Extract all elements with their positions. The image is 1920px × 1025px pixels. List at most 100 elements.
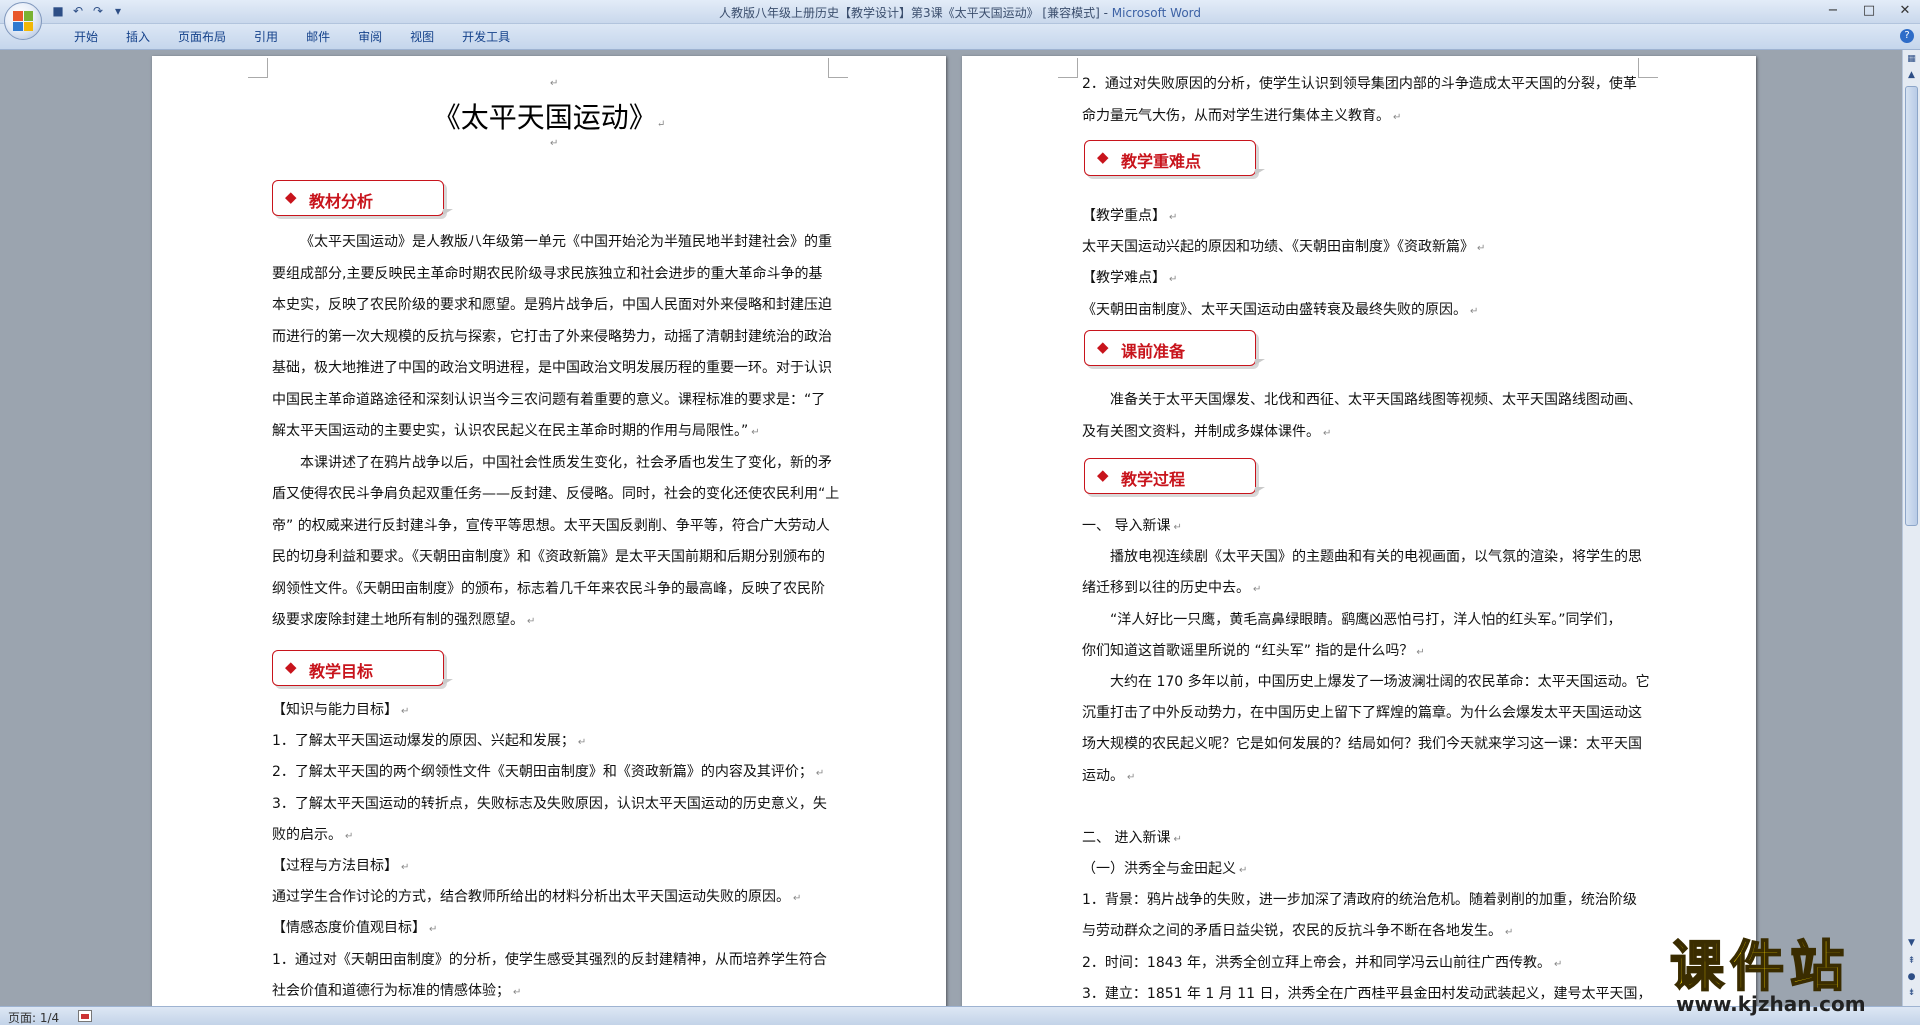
document-page-1[interactable]: ↵ 《太平天国运动》↵ ↵ ◆ 教材分析 《太平天国运动》是人教版八年级第一单元…: [152, 56, 946, 1006]
paragraph-mark: ↵: [1554, 958, 1563, 970]
maximize-button[interactable]: □: [1858, 2, 1880, 20]
text-line: 民的切身利益和要求。《天朝田亩制度》和《资政新篇》是太平天国前期和后期分别颁布的: [272, 549, 825, 565]
paragraph-mark: ↵: [1173, 833, 1182, 845]
text-line: 纲领性文件。《天朝田亩制度》的颁布，标志着几千年来农民斗争的最高峰，反映了农民阶: [272, 580, 825, 597]
paragraph-mark: ↵: [815, 768, 825, 780]
text-line: 【教学重点】 ↵: [1082, 208, 1178, 224]
margin-corner-mark: [1638, 58, 1658, 78]
text-line: 大约在 170 多年以前，中国历史上爆发了一场波澜壮阔的农民革命：太平天国运动。…: [1110, 674, 1650, 690]
customize-icon[interactable]: ▾: [110, 3, 126, 19]
paragraph-mark: ↵: [1173, 522, 1182, 533]
text-line: 【情感态度价值观目标】 ↵: [272, 920, 438, 937]
office-button[interactable]: [4, 2, 42, 40]
text-line: 而进行的第一次大规模的反抗与探索，它打击了外来侵略势力，动摇了清朝封建统治的政治: [272, 328, 832, 345]
quick-access-toolbar: ■ ↶ ↷ ▾: [50, 3, 126, 19]
paragraph-mark: ↵: [1323, 427, 1332, 439]
ribbon-tab[interactable]: 插入: [112, 29, 164, 45]
paragraph-mark: ↵: [1470, 305, 1479, 317]
window-controls: − □ ✕: [1822, 2, 1916, 20]
paragraph-mark: ↵: [577, 737, 587, 749]
paragraph-mark: ↵: [793, 893, 802, 905]
undo-icon[interactable]: ↶: [70, 3, 86, 19]
paragraph-mark: ↵: [1253, 584, 1262, 596]
text-line: 3．了解太平天国运动的转折点，失败标志及失败原因，认识太平天国运动的历史意义，失: [272, 795, 827, 812]
text-line: 本课讲述了在鸦片战争以后，中国社会性质发生变化，社会矛盾也发生了变化，新的矛: [300, 454, 832, 471]
paragraph-mark: ↵: [527, 616, 536, 627]
text-line: 《天朝田亩制度》、太平天国运动由盛转衰及最终失败的原因。 ↵: [1082, 301, 1479, 318]
margin-corner-mark: [1058, 58, 1078, 78]
diamond-icon: ◆: [1097, 148, 1109, 166]
text-line: 2．了解太平天国的两个纲领性文件《天朝田亩制度》和《资政新篇》的内容及其评价； ↵: [272, 764, 825, 781]
ribbon-tab[interactable]: 引用: [240, 29, 292, 45]
margin-corner-mark: [828, 58, 848, 78]
minimize-button[interactable]: −: [1822, 2, 1844, 20]
text-line: 《太平天国运动》是人教版八年级第一单元《中国开始沦为半殖民地半封建社会》的重: [300, 234, 832, 250]
text-line: 中国民主革命道路途径和深刻认识当今三农问题有着重要的意义。课程标准的要求是：“了: [272, 391, 826, 408]
ribbon-tab[interactable]: 开始: [60, 29, 112, 45]
text-line: 播放电视连续剧《太平天国》的主题曲和有关的电视画面，以气氛的渲染，将学生的思: [1110, 549, 1642, 566]
paragraph-mark: ↵: [401, 862, 410, 873]
text-line: （一）洪秀全与金田起义 ↵: [1082, 861, 1248, 877]
paragraph-mark: ↵: [1416, 646, 1425, 658]
ruler-toggle-icon[interactable]: ▦: [1904, 52, 1919, 67]
text-line: 通过学生合作讨论的方式，结合教师所给出的材料分析出太平天国运动失败的原因。 ↵: [272, 889, 802, 906]
paragraph-mark: ↵: [550, 78, 559, 89]
paragraph-mark: ↵: [513, 986, 522, 998]
paragraph-mark: ↵: [1477, 243, 1486, 255]
text-line: 你们知道这首歌谣里所说的 “红头军” 指的是什么吗？ ↵: [1082, 642, 1425, 659]
scroll-up-icon[interactable]: ▲: [1904, 68, 1919, 83]
text-line: 太平天国运动兴起的原因和功绩、《天朝田亩制度》《资政新篇》 ↵: [1082, 239, 1486, 256]
vertical-scrollbar[interactable]: ▦ ▲ ▼ ⇞ ● ⇟: [1902, 50, 1920, 1006]
text-line: 沉重打击了中外反动势力，在中国历史上留下了辉煌的篇章。为什么会爆发太平天国运动这: [1082, 705, 1642, 722]
document-workspace: ↵ 《太平天国运动》↵ ↵ ◆ 教材分析 《太平天国运动》是人教版八年级第一单元…: [0, 50, 1902, 1006]
redo-icon[interactable]: ↷: [90, 3, 106, 19]
ribbon-tab[interactable]: 邮件: [292, 29, 344, 45]
text-line: “洋人好比一只鹰，黄毛高鼻绿眼睛。鹞鹰凶恶怕弓打，洋人怕的红头军。”同学们，: [1110, 611, 1622, 628]
office-logo-icon: [13, 11, 33, 31]
scroll-thumb[interactable]: [1905, 86, 1918, 526]
text-line: 运动。 ↵: [1082, 767, 1136, 784]
ribbon-tab[interactable]: 视图: [396, 29, 448, 45]
text-line: 1．通过对《天朝田亩制度》的分析，使学生感受其强烈的反封建精神，从而培养学生符合: [272, 951, 827, 968]
diamond-icon: ◆: [1097, 338, 1109, 356]
paragraph-mark: ↵: [401, 706, 410, 717]
text-line: 帝” 的权威来进行反封建斗争，宣传平等思想。太平天国反剥削、争平等，符合广大劳动…: [272, 517, 830, 534]
section-header-key-points: ◆ 教学重难点: [1084, 140, 1265, 176]
ribbon-tab[interactable]: 开发工具: [448, 29, 524, 45]
text-line: 1．了解太平天国运动爆发的原因、兴起和发展； ↵: [272, 733, 587, 750]
save-icon[interactable]: ■: [50, 3, 66, 19]
diamond-icon: ◆: [285, 658, 297, 676]
page-count[interactable]: 页面: 1/4: [8, 1009, 59, 1025]
ribbon-tab[interactable]: 页面布局: [164, 29, 240, 45]
proofing-icon[interactable]: [78, 1010, 92, 1022]
document-page-2[interactable]: 2．通过对失败原因的分析，使学生认识到领导集团内部的斗争造成太平天国的分裂，使革…: [962, 56, 1756, 1006]
text-line: 社会价值和道德行为标准的情感体验； ↵: [272, 982, 522, 999]
paragraph-mark: ↵: [1393, 111, 1402, 123]
help-icon[interactable]: ?: [1900, 29, 1914, 43]
close-button[interactable]: ✕: [1894, 2, 1916, 20]
text-line: 二、 进入新课 ↵: [1082, 829, 1182, 846]
ribbon-tab-bar: 开始 插入 页面布局 引用 邮件 审阅 视图 开发工具 ?: [0, 24, 1920, 50]
window-title: 人教版八年级上册历史【教学设计】第3课《太平天国运动》 [兼容模式] - Mic…: [718, 6, 1202, 20]
text-line: 与劳动群众之间的矛盾日益尖锐，农民的反抗斗争不断在各地发生。 ↵: [1082, 923, 1514, 940]
text-line: 本史实，反映了农民阶级的要求和愿望。是鸦片战争后，中国人民面对外来侵略和封建压迫: [272, 297, 832, 313]
section-header-preparation: ◆ 课前准备: [1084, 330, 1265, 366]
text-line: 【过程与方法目标】 ↵: [272, 858, 410, 874]
text-line: 一、 导入新课 ↵: [1082, 518, 1182, 534]
margin-corner-mark: [248, 58, 268, 78]
document-title: 《太平天国运动》↵: [432, 101, 666, 134]
diamond-icon: ◆: [1097, 466, 1109, 484]
section-header-teaching-process: ◆ 教学过程: [1084, 458, 1265, 494]
text-line: 败的启示。 ↵: [272, 826, 354, 843]
text-line: 基础，极大地推进了中国的政治文明进程，是中国政治文明发展历程的重要一环。对于认识: [272, 360, 832, 376]
text-line: 【教学难点】 ↵: [1082, 270, 1178, 287]
text-line: 1．背景：鸦片战争的失败，进一步加深了清政府的统治危机。随着剥削的加重，统治阶级: [1082, 892, 1637, 909]
ribbon-tab[interactable]: 审阅: [344, 29, 396, 45]
paragraph-mark: ↵: [345, 830, 354, 842]
text-line: 命力量元气大伤，从而对学生进行集体主义教育。 ↵: [1082, 107, 1402, 124]
text-line: 【知识与能力目标】 ↵: [272, 702, 410, 718]
text-line: 绪迁移到以往的历史中去。 ↵: [1082, 580, 1262, 597]
text-line: 及有关图文资料，并制成多媒体课件。 ↵: [1082, 423, 1332, 440]
paragraph-mark: ↵: [751, 427, 760, 438]
paragraph-mark: ↵: [1505, 927, 1514, 939]
